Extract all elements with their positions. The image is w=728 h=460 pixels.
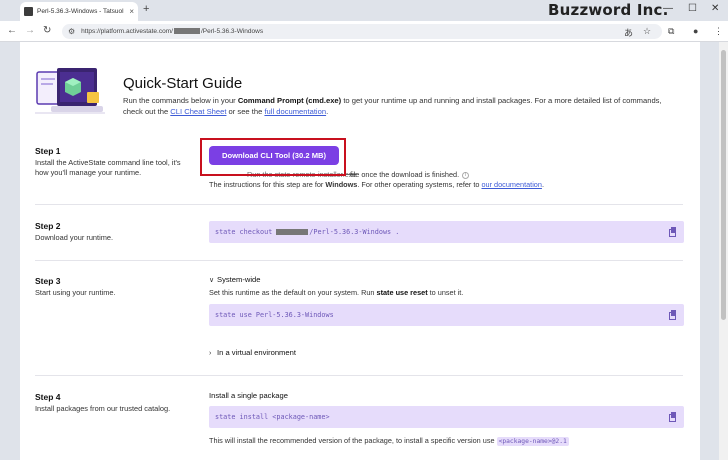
menu-icon[interactable]: ⋮ (714, 26, 723, 37)
translate-icon[interactable]: あ (624, 26, 633, 39)
step-2-title: Step 2 (35, 221, 61, 231)
intro-text: Run the commands below in your Command P… (123, 96, 662, 116)
copy-icon[interactable] (669, 227, 676, 237)
bookmark-star-icon[interactable]: ☆ (643, 26, 651, 37)
forward-button[interactable]: → (25, 25, 35, 36)
extensions-icon[interactable]: ⧉ (668, 26, 674, 37)
minimize-button[interactable]: — (663, 3, 673, 14)
install-single-heading: Install a single package (209, 391, 288, 400)
full-documentation-link[interactable]: full documentation (264, 107, 326, 116)
tab-close-icon[interactable]: × (129, 7, 134, 16)
tab-title: Perl-5.36.3-Windows - Tatsuol (37, 8, 124, 15)
step-4-title: Step 4 (35, 392, 61, 402)
url-input[interactable]: ⚙ https://platform.activestate.com//Perl… (62, 24, 662, 39)
tab-bar: Perl-5.36.3-Windows - Tatsuol × + Buzzwo… (0, 0, 728, 21)
url-text: https://platform.activestate.com//Perl-5… (81, 28, 264, 35)
step-divider (35, 260, 683, 261)
page-title: Quick-Start Guide (123, 75, 243, 92)
step-4-desc: Install packages from our trusted catalo… (35, 404, 171, 413)
address-bar: ← → ↻ ⚙ https://platform.activestate.com… (0, 21, 728, 42)
maximize-button[interactable]: ☐ (688, 3, 697, 14)
laptop-illustration-icon (35, 68, 105, 114)
our-documentation-link[interactable]: our documentation (481, 180, 541, 189)
scrollbar[interactable] (719, 42, 728, 460)
step-2-desc: Download your runtime. (35, 233, 114, 242)
back-button[interactable]: ← (7, 25, 17, 36)
run-installer-text: file once the download is finished. i (350, 170, 470, 179)
scrollbar-thumb[interactable] (721, 50, 726, 320)
step-1-desc: Install the ActiveState command line too… (35, 158, 181, 177)
checkout-command[interactable]: state checkout/Perl-5.36.3-Windows . (209, 221, 684, 243)
state-install-command[interactable]: state install <package-name> (209, 406, 684, 428)
virtual-env-toggle[interactable]: › In a virtual environment (209, 348, 296, 357)
system-wide-desc: Set this runtime as the default on your … (209, 288, 464, 297)
package-version-code: <package-name>@2.1 (496, 437, 569, 446)
site-info-icon[interactable]: ⚙ (68, 27, 75, 36)
step-divider (35, 375, 683, 376)
chevron-right-icon: › (209, 350, 212, 357)
step-3-title: Step 3 (35, 276, 61, 286)
brand-watermark: Buzzword Inc. (548, 1, 669, 19)
close-window-button[interactable]: ✕ (711, 3, 719, 14)
profile-icon[interactable]: ● (693, 26, 698, 36)
step-1-title: Step 1 (35, 146, 61, 156)
quick-start-page: Quick-Start Guide Run the commands below… (20, 42, 700, 460)
install-version-desc: This will install the recommended versio… (209, 436, 569, 446)
copy-icon[interactable] (669, 412, 676, 422)
copy-icon[interactable] (669, 310, 676, 320)
step-divider (35, 204, 683, 205)
system-wide-toggle[interactable]: ∨ System-wide (209, 275, 260, 284)
state-use-command[interactable]: state use Perl-5.36.3-Windows (209, 304, 684, 326)
tab-favicon-icon (24, 7, 33, 16)
step-3-desc: Start using your runtime. (35, 288, 116, 297)
viewport: Quick-Start Guide Run the commands below… (0, 42, 728, 460)
url-redaction (173, 28, 200, 35)
new-tab-button[interactable]: + (143, 3, 149, 15)
info-icon[interactable]: i (462, 171, 470, 179)
reload-button[interactable]: ↻ (43, 25, 51, 36)
download-cli-button[interactable]: Download CLI Tool (30.2 MB) (209, 146, 339, 165)
browser-tab[interactable]: Perl-5.36.3-Windows - Tatsuol × (20, 2, 138, 21)
org-redaction (276, 229, 309, 235)
step-1-instructions: The instructions for this step are for W… (209, 180, 544, 189)
cli-cheat-sheet-link[interactable]: CLI Cheat Sheet (170, 107, 226, 116)
chevron-down-icon: ∨ (209, 277, 215, 284)
